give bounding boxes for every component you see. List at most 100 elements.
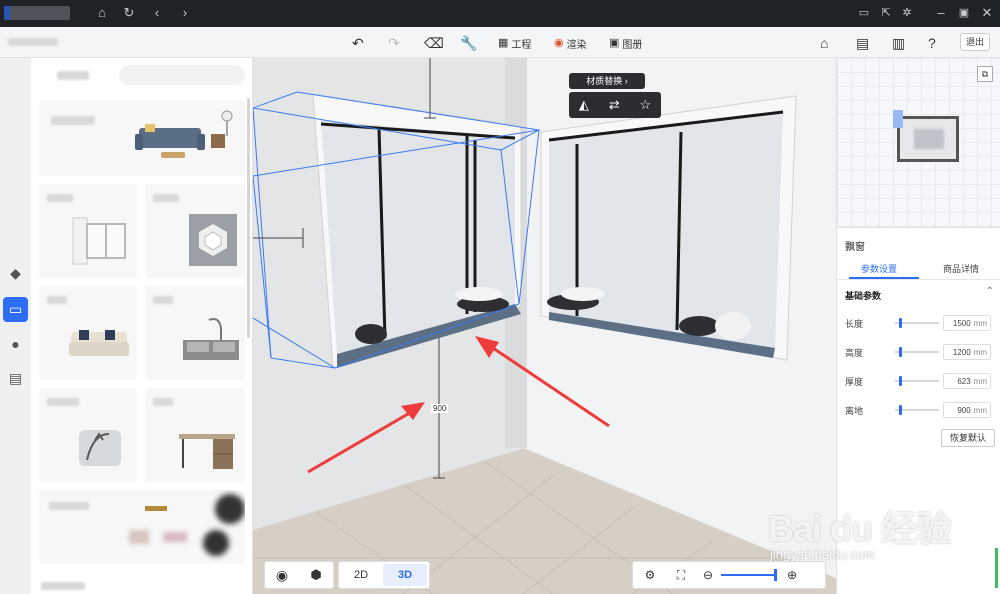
user-icon[interactable]: ● [3, 331, 28, 356]
mirror-icon[interactable]: ◭ [579, 97, 589, 113]
card-title-blurred [153, 296, 173, 304]
save-icon: ▤ [856, 35, 870, 51]
album-label: 图册 [622, 39, 643, 51]
sofa-set-image [135, 110, 233, 158]
cube-icon[interactable]: ⬢ [299, 567, 333, 583]
share-icon[interactable]: ⇱ [878, 5, 894, 21]
minimize-icon[interactable]: – [933, 5, 949, 21]
render-label: 渲染 [566, 39, 587, 51]
fit-view-icon[interactable]: ⛶ [667, 568, 695, 583]
scene-render [253, 58, 836, 594]
active-tab-indicator [849, 277, 919, 279]
category-title-blurred [57, 71, 89, 80]
eye-icon[interactable]: ◉ [265, 567, 299, 584]
favorite-icon[interactable]: ☆ [639, 97, 651, 113]
minimap-toggle-icon[interactable]: ⧉ [977, 66, 993, 82]
back-icon[interactable]: ‹ [149, 5, 165, 21]
eraser-icon: ⌫ [424, 35, 444, 51]
catalog-icon[interactable]: ▭ [3, 297, 28, 322]
search-input[interactable] [119, 65, 245, 85]
zoom-slider[interactable] [721, 569, 777, 581]
product-card-pillow[interactable] [39, 388, 137, 482]
catalog-panel [31, 58, 253, 594]
wrench-icon: 🔧 [460, 35, 478, 51]
product-card-sofa-set[interactable] [39, 100, 245, 176]
refresh-icon[interactable]: ↻ [121, 5, 137, 21]
slider-knob[interactable] [899, 347, 902, 357]
card-title-blurred [47, 194, 73, 202]
param-value: 900 [957, 405, 971, 415]
redo-icon: ↷ [388, 35, 400, 51]
slider-knob[interactable] [899, 318, 902, 328]
card-title-blurred [49, 502, 89, 510]
collapse-icon[interactable]: ⌃ [986, 286, 994, 297]
list-button[interactable]: ▥ [892, 34, 905, 52]
eraser-button[interactable]: ⌫ [424, 34, 444, 52]
param-value: 623 [957, 376, 971, 386]
tool-button[interactable]: 🔧 [460, 34, 477, 52]
window-image [72, 217, 126, 265]
exit-button[interactable]: 退出 [960, 33, 990, 51]
desk-image [179, 434, 235, 469]
param-height: 高度 1200 mm [845, 343, 995, 361]
param-label: 高度 [845, 347, 864, 358]
album-button[interactable]: ▣ 图册 [609, 34, 642, 52]
decor-blurred-3 [163, 532, 187, 542]
zoom-out-icon[interactable]: ⊖ [695, 568, 721, 582]
message-icon[interactable]: ▭ [856, 5, 872, 21]
maximize-icon[interactable]: ▣ [956, 5, 972, 21]
undo-button[interactable]: ↶ [352, 34, 364, 52]
help-button[interactable]: ? [928, 34, 936, 52]
zoom-slider-knob[interactable] [774, 569, 777, 581]
tab-details[interactable]: 商品详情 [943, 262, 979, 275]
thickness-input[interactable]: 623 mm [943, 373, 991, 389]
dimension-toggle: 2D 3D [338, 561, 430, 589]
product-card-decor[interactable] [39, 490, 245, 564]
project-button[interactable]: ▦ 工程 [498, 34, 531, 52]
height-slider[interactable] [895, 347, 939, 357]
close-icon[interactable]: ✕ [979, 5, 995, 21]
tile-image [189, 214, 237, 266]
length-slider[interactable] [895, 318, 939, 328]
save-button[interactable]: ▤ [856, 34, 869, 52]
material-replace-button[interactable]: 材质替换 › [569, 73, 645, 89]
redo-button[interactable]: ↷ [388, 34, 400, 52]
product-card-tile[interactable] [145, 184, 245, 278]
watermark-url: jingyan.baidu.com [770, 547, 875, 562]
settings-icon[interactable]: ✲ [899, 5, 915, 21]
param-value: 1500 [952, 318, 971, 328]
layers-icon[interactable]: ◆ [3, 261, 28, 286]
product-card-sink[interactable] [145, 286, 245, 380]
ground-offset-input[interactable]: 900 mm [943, 402, 991, 418]
object-tools: ◭ ⇄ ☆ [569, 92, 661, 118]
slider-knob[interactable] [899, 405, 902, 415]
card-title-blurred [47, 398, 79, 406]
ground-offset-slider[interactable] [895, 405, 939, 415]
length-input[interactable]: 1500 mm [943, 315, 991, 331]
height-input[interactable]: 1200 mm [943, 344, 991, 360]
camera-settings-icon[interactable]: ⚙ [633, 568, 667, 582]
forward-icon[interactable]: › [177, 5, 193, 21]
zoom-controls: ⚙ ⛶ ⊖ ⊕ [632, 561, 826, 589]
tab-params[interactable]: 参数设置 [861, 262, 897, 275]
view-3d-button[interactable]: 3D [383, 564, 427, 586]
product-card-window[interactable] [39, 184, 137, 278]
cabinet-icon[interactable]: ▤ [3, 366, 28, 391]
product-card-desk[interactable] [145, 388, 245, 482]
slider-knob[interactable] [899, 376, 902, 386]
reset-default-button[interactable]: 恢复默认 [941, 429, 995, 447]
minimap[interactable]: ⧉ [837, 58, 1000, 228]
render-button[interactable]: ◉ 渲染 [554, 34, 587, 52]
home-save-button[interactable]: ⌂ [820, 34, 828, 52]
minimap-floorplan [897, 116, 959, 162]
3d-viewport[interactable]: 900 [253, 58, 836, 594]
panel-scrollbar[interactable] [995, 548, 998, 588]
param-unit: mm [973, 405, 987, 415]
view-2d-button[interactable]: 2D [339, 569, 383, 581]
swap-icon[interactable]: ⇄ [609, 97, 620, 113]
catalog-scrollbar[interactable] [247, 98, 250, 338]
thickness-slider[interactable] [895, 376, 939, 386]
home-icon[interactable]: ⌂ [94, 5, 110, 21]
product-card-loveseat[interactable] [39, 286, 137, 380]
zoom-in-icon[interactable]: ⊕ [777, 568, 807, 582]
